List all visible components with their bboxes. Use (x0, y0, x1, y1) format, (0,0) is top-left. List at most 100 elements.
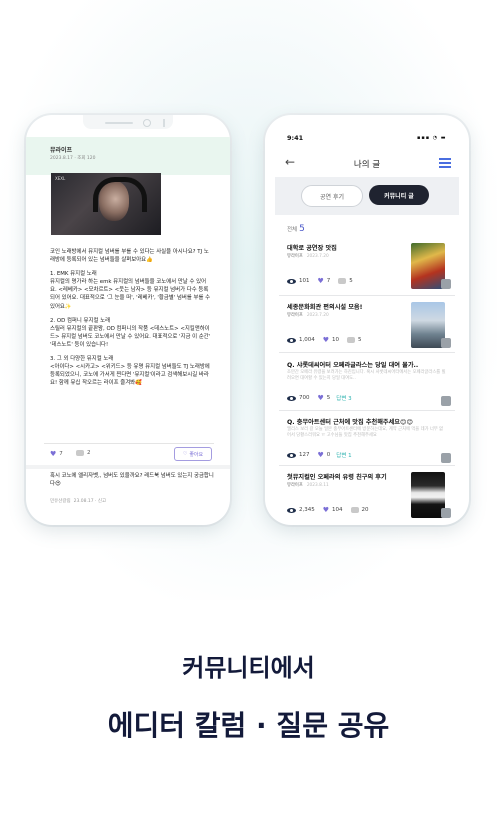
answer-count: 답변 3 (336, 396, 352, 402)
view-count: 2,345 (299, 507, 315, 513)
post-date: 2023.8.11 (306, 483, 329, 488)
comment-meta: 민유산갈림 23.08.17 · 신고 (50, 498, 106, 504)
view-count: 127 (299, 452, 310, 458)
headline-line2: 에디터 칼럼 · 질문 공유 (107, 709, 390, 742)
view-count: 700 (299, 395, 310, 401)
comment-author: 민유산갈림 (50, 499, 71, 504)
eye-icon (287, 452, 296, 458)
list-item[interactable]: 대학로 공연장 맛집 뮤라이프 2023.7.20 101 ♥ 7 5 (265, 243, 469, 299)
like-button-label: 좋아요 (189, 451, 204, 458)
comment-count[interactable]: 2 (76, 450, 91, 456)
section-divider (26, 465, 230, 469)
post-stats: 700 ♥ 5 답변 3 (287, 394, 352, 402)
article-body: 코인 노래방에서 뮤지컬 넘버를 부를 수 있다는 사실을 아시나요? TJ 노… (50, 248, 212, 393)
status-icons: ▪▪▪ ◔ ▬ (417, 135, 447, 141)
heart-icon: ♥ (317, 451, 324, 459)
comment-text: 혹시 코노에 엘리자벳,, 넘버도 있을까요? 레드북 넘버도 있는지 궁금합니… (50, 473, 214, 487)
post-excerpt: 엘리스 보러 갈 오늘 일본 충무아트센터에 방문하는데요, 계약 근처에 먹을… (287, 427, 444, 439)
eye-icon (287, 507, 296, 513)
article-video[interactable]: XEXL (51, 173, 161, 235)
article-category: 뮤라이프 (50, 147, 73, 154)
phone-article-view: 뮤라이프 2023.8.17 · 조회 120 XEXL 코인 노래방에서 뮤지… (26, 115, 230, 525)
view-count: 1,004 (299, 337, 315, 343)
comment-count: 5 (349, 278, 353, 284)
view-count: 101 (299, 278, 310, 284)
article-paragraph: 코인 노래방에서 뮤지컬 넘버를 부를 수 있다는 사실을 아시나요? TJ 노… (50, 249, 209, 264)
comment-count: 20 (361, 507, 369, 513)
post-category: 뮤라이프 2023.7.20 (287, 312, 329, 318)
eye-icon (287, 337, 296, 343)
post-thumbnail (411, 302, 445, 348)
post-stats: 2,345 ♥ 104 20 (287, 506, 369, 514)
trash-icon[interactable] (441, 396, 451, 406)
comment-count: 5 (358, 337, 362, 343)
camera (143, 119, 151, 127)
like-count: 104 (332, 507, 343, 513)
heart-icon: ♥ (322, 336, 330, 344)
comment-icon (350, 507, 359, 513)
trash-icon[interactable] (441, 453, 451, 463)
heart-icon: ♥ (322, 506, 330, 514)
video-headphones (93, 177, 147, 212)
like-count: 10 (332, 337, 340, 343)
tab-reviews[interactable]: 공연 후기 (301, 185, 363, 207)
sensor (163, 119, 165, 127)
post-category-label: 뮤라이프 (287, 483, 303, 488)
like-count[interactable]: ♥ 7 (50, 450, 63, 458)
post-date: 2023.7.20 (306, 313, 329, 318)
post-title: Q. 샤롯데씨어터 오페라글라스는 당일 대여 물가.. (287, 362, 419, 369)
heart-icon: ♥ (50, 450, 57, 458)
video-tag: XEXL (55, 176, 66, 181)
heart-icon: ♥ (317, 277, 324, 285)
eye-icon (287, 395, 296, 401)
speaker (105, 122, 133, 124)
post-category: 뮤라이프 2023.7.20 (287, 253, 329, 259)
trash-icon[interactable] (441, 279, 451, 289)
post-title: Q. 충무아트센터 근처에 맛집 추천해주세요😊😊 (287, 419, 413, 426)
comment-date: 23.08.17 · 신고 (73, 499, 107, 504)
comment-icon (76, 450, 84, 456)
comment-count-value: 2 (87, 450, 91, 456)
like-count: 7 (326, 278, 331, 284)
like-button[interactable]: ♡ 좋아요 (174, 447, 212, 461)
post-category-label: 뮤라이프 (287, 254, 303, 259)
divider (279, 465, 455, 466)
post-thumbnail (411, 472, 445, 518)
article-paragraph: 3. 그 외 다양한 뮤지컬 노래 <아이다> <시카고> <위키드> 등 유명… (50, 356, 210, 387)
list-item[interactable]: Q. 샤롯데씨어터 오페라글라스는 당일 대여 물가.. 조만간 오페라 유령을… (265, 360, 469, 416)
trash-icon[interactable] (441, 338, 451, 348)
heart-outline-icon: ♡ (182, 451, 188, 457)
tab-community[interactable]: 커뮤니티 글 (369, 185, 429, 205)
phone-my-posts: 9:41 ▪▪▪ ◔ ▬ ← 나의 글 공연 후기 커뮤니티 글 전체 5 대학로… (265, 115, 469, 525)
menu-icon[interactable] (439, 158, 451, 170)
post-category: 뮤라이프 2023.8.11 (287, 482, 329, 488)
divider (279, 295, 455, 296)
total-label: 전체 (287, 227, 298, 233)
total-number: 5 (299, 224, 305, 234)
post-excerpt: 조만간 오페라 유령을 보려가는 하진입니다. 혹시 샤롯데씨어터에서는 오페라… (287, 370, 446, 382)
phone-notch (83, 115, 173, 129)
post-thumbnail (411, 243, 445, 289)
trash-icon[interactable] (441, 508, 451, 518)
list-item[interactable]: 세종문화회관 편의시설 모음! 뮤라이프 2023.7.20 1,004 ♥ 10 5 (265, 302, 469, 358)
post-category-label: 뮤라이프 (287, 313, 303, 318)
divider (279, 410, 455, 411)
post-date: 2023.7.20 (306, 254, 329, 259)
headline-line1: 커뮤니티에서 (182, 654, 315, 682)
post-stats: 1,004 ♥ 10 5 (287, 336, 362, 344)
post-stats: 101 ♥ 7 5 (287, 277, 353, 285)
heart-icon: ♥ (317, 394, 324, 402)
status-time: 9:41 (287, 134, 304, 142)
comment-icon (338, 278, 347, 284)
post-stats: 127 ♥ 0 답변 1 (287, 451, 352, 459)
like-count: 5 (326, 395, 331, 401)
like-count: 0 (326, 452, 331, 458)
list-item[interactable]: 첫뮤지컬인 오페라의 유령 친구의 후기 뮤라이프 2023.8.11 2,345… (265, 472, 469, 525)
divider (279, 352, 455, 353)
eye-icon (287, 278, 296, 284)
article-paragraph: 2. OD 컴퍼니 뮤지컬 노래 스릴러 뮤지컬의 끝판왕, OD 컴퍼니의 작… (50, 317, 211, 348)
divider (44, 443, 214, 444)
comment-icon (347, 337, 356, 343)
like-count-value: 7 (59, 451, 63, 457)
answer-count: 답변 1 (336, 453, 352, 459)
